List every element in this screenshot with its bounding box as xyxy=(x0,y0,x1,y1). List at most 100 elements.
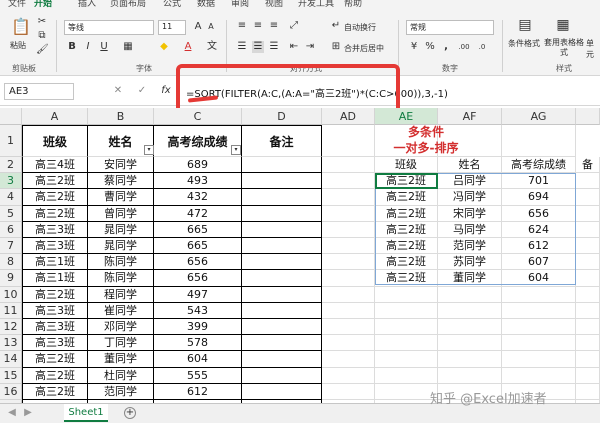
empty-cell[interactable] xyxy=(576,319,600,336)
empty-cell[interactable] xyxy=(322,383,375,400)
table-cell[interactable]: 邓同学 xyxy=(88,319,154,336)
copy-icon[interactable]: ⧉ xyxy=(36,30,48,42)
empty-cell[interactable] xyxy=(242,173,322,190)
empty-cell[interactable] xyxy=(375,302,438,319)
empty-cell[interactable] xyxy=(322,270,375,287)
bold-icon[interactable]: B xyxy=(66,41,78,53)
row-header[interactable]: 13 xyxy=(0,335,22,352)
row-header[interactable]: 8 xyxy=(0,254,22,271)
empty-cell[interactable] xyxy=(576,221,600,238)
table-cell[interactable]: 安同学 xyxy=(88,157,154,174)
empty-cell[interactable] xyxy=(375,383,438,400)
row-header[interactable]: 3 xyxy=(0,173,22,190)
table-cell[interactable]: 604 xyxy=(154,351,242,368)
empty-cell[interactable] xyxy=(242,254,322,271)
comma-icon[interactable]: , xyxy=(440,41,452,53)
table-cell[interactable]: 高三2班 xyxy=(22,351,88,368)
empty-cell[interactable] xyxy=(438,367,502,384)
empty-cell[interactable] xyxy=(242,221,322,238)
column-header[interactable]: C xyxy=(154,108,242,125)
align-middle-icon[interactable]: ≡ xyxy=(252,20,264,32)
empty-cell[interactable] xyxy=(576,351,600,368)
table-cell[interactable]: 董同学 xyxy=(88,351,154,368)
empty-cell[interactable] xyxy=(322,205,375,222)
scroll-right-icon[interactable]: ▶ xyxy=(22,407,34,419)
table-cell[interactable]: 高三2班 xyxy=(22,286,88,303)
empty-cell[interactable] xyxy=(242,383,322,400)
conditional-format-button[interactable]: 条件格式 xyxy=(508,38,540,49)
table-cell[interactable]: 高三3班 xyxy=(22,302,88,319)
column-header[interactable]: AD xyxy=(322,108,375,125)
italic-icon[interactable]: I xyxy=(82,41,94,53)
table-cell[interactable]: 665 xyxy=(154,238,242,255)
table-cell[interactable]: 高三2班 xyxy=(22,205,88,222)
header-cell[interactable]: 高考综成绩 xyxy=(154,125,242,157)
wrap-text-button[interactable]: 自动换行 xyxy=(344,22,376,33)
empty-cell[interactable] xyxy=(576,286,600,303)
header-cell[interactable]: 班级 xyxy=(22,125,88,157)
empty-cell[interactable] xyxy=(322,319,375,336)
empty-cell[interactable] xyxy=(438,319,502,336)
merge-center-button[interactable]: 合并后居中 xyxy=(344,43,384,54)
enter-icon[interactable]: ✓ xyxy=(136,85,148,97)
empty-cell[interactable] xyxy=(576,302,600,319)
table-cell[interactable]: 399 xyxy=(154,319,242,336)
table-cell[interactable]: 高三4班 xyxy=(22,157,88,174)
table-cell[interactable]: 高三3班 xyxy=(22,319,88,336)
empty-cell[interactable] xyxy=(576,270,600,287)
table-cell[interactable]: 656 xyxy=(154,270,242,287)
empty-cell[interactable] xyxy=(576,189,600,206)
increase-font-icon[interactable]: A xyxy=(192,21,204,33)
row-header[interactable]: 14 xyxy=(0,351,22,368)
row-header[interactable]: 10 xyxy=(0,286,22,303)
empty-cell[interactable] xyxy=(502,335,576,352)
table-cell[interactable]: 656 xyxy=(154,254,242,271)
empty-cell[interactable] xyxy=(242,238,322,255)
row-header[interactable]: 6 xyxy=(0,221,22,238)
table-cell[interactable]: 665 xyxy=(154,221,242,238)
empty-cell[interactable] xyxy=(242,189,322,206)
table-cell[interactable]: 497 xyxy=(154,286,242,303)
empty-cell[interactable] xyxy=(322,173,375,190)
table-cell[interactable]: 689 xyxy=(154,157,242,174)
empty-cell[interactable] xyxy=(322,335,375,352)
empty-cell[interactable] xyxy=(322,189,375,206)
select-all-corner[interactable] xyxy=(0,108,22,125)
empty-cell[interactable] xyxy=(502,367,576,384)
format-painter-icon[interactable]: 🖌 xyxy=(36,44,49,56)
table-cell[interactable]: 高三3班 xyxy=(22,238,88,255)
cell-styles-button[interactable]: 单元 xyxy=(586,38,600,60)
table-cell[interactable]: 备 xyxy=(576,157,600,174)
row-header[interactable]: 12 xyxy=(0,319,22,336)
empty-cell[interactable] xyxy=(576,335,600,352)
format-as-table-icon[interactable]: ▦ xyxy=(554,16,572,34)
empty-cell[interactable] xyxy=(502,302,576,319)
empty-cell[interactable] xyxy=(438,286,502,303)
table-cell[interactable]: 杜同学 xyxy=(88,367,154,384)
table-cell[interactable]: 曹同学 xyxy=(88,189,154,206)
empty-cell[interactable] xyxy=(322,351,375,368)
borders-icon[interactable]: ▦ xyxy=(122,41,134,53)
align-right-icon[interactable]: ☰ xyxy=(268,41,280,53)
number-format-dropdown[interactable]: 常规 xyxy=(406,20,494,35)
table-cell[interactable]: 晁同学 xyxy=(88,221,154,238)
font-size-dropdown[interactable]: 11 xyxy=(158,20,186,35)
percent-icon[interactable]: % xyxy=(424,41,436,53)
row-header[interactable]: 15 xyxy=(0,367,22,384)
indent-increase-icon[interactable]: ⇥ xyxy=(304,41,316,53)
orientation-icon[interactable]: ⤢ xyxy=(288,20,300,32)
underline-icon[interactable]: U xyxy=(98,41,110,53)
indent-decrease-icon[interactable]: ⇤ xyxy=(288,41,300,53)
table-cell[interactable]: 高三2班 xyxy=(22,189,88,206)
column-header[interactable]: AG xyxy=(502,108,576,125)
empty-cell[interactable] xyxy=(502,351,576,368)
row-header[interactable]: 11 xyxy=(0,302,22,319)
table-cell[interactable]: 543 xyxy=(154,302,242,319)
paste-button[interactable]: 粘贴 xyxy=(10,40,26,51)
empty-cell[interactable] xyxy=(576,173,600,190)
empty-cell[interactable] xyxy=(242,270,322,287)
empty-cell[interactable] xyxy=(322,221,375,238)
table-cell[interactable]: 陈同学 xyxy=(88,254,154,271)
table-cell[interactable]: 晁同学 xyxy=(88,238,154,255)
empty-cell[interactable] xyxy=(242,286,322,303)
